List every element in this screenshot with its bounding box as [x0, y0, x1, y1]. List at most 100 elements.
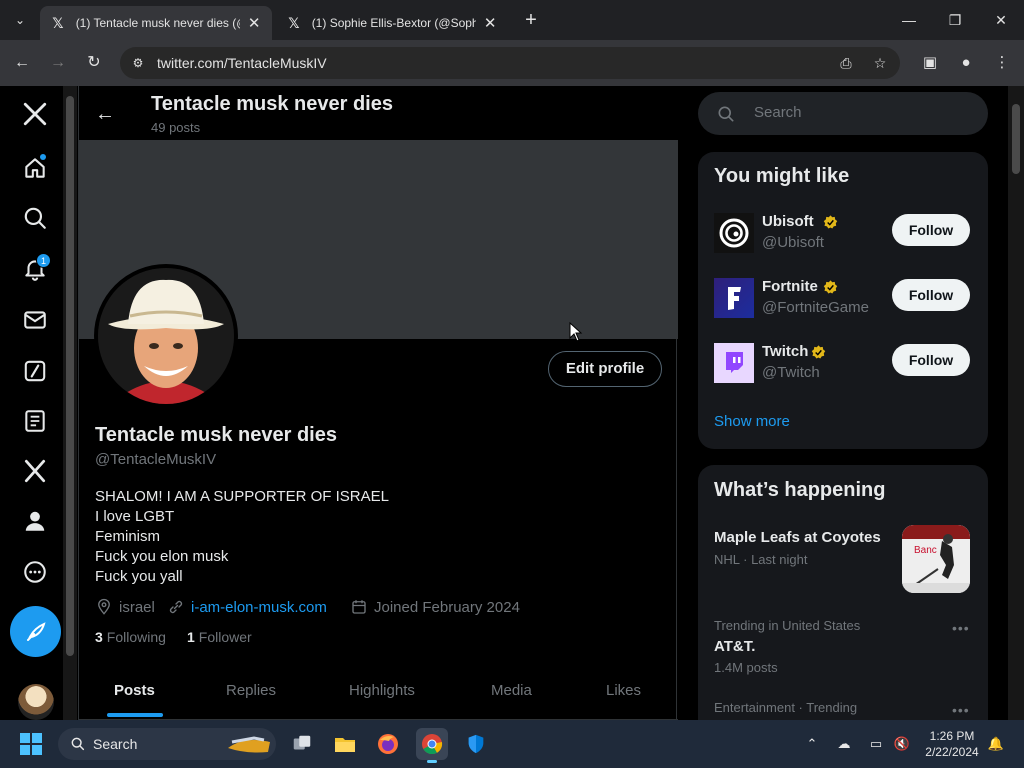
follow-button[interactable]: Follow [892, 344, 970, 376]
x-logo-icon[interactable] [14, 93, 56, 135]
site-info-icon[interactable]: ⚙ [128, 53, 148, 73]
trend-context: Entertainment · Trending [714, 700, 858, 715]
defender-shield-icon[interactable] [460, 728, 492, 760]
suggestion-fortnite[interactable]: Fortnite @FortniteGame Follow [714, 278, 972, 322]
restore-button[interactable]: ❐ [932, 8, 978, 32]
taskbar-clock[interactable]: 1:26 PM 2/22/2024 [924, 728, 980, 760]
tab-replies[interactable]: Replies [226, 682, 276, 699]
home-icon[interactable] [14, 147, 56, 189]
verified-badge-icon [823, 280, 838, 294]
tab-active[interactable]: 𝕏 (1) Tentacle musk never dies (@ ✕ [40, 6, 272, 40]
forward-button[interactable]: → [46, 51, 70, 75]
search-input[interactable]: Search [698, 92, 988, 135]
tab-posts[interactable]: Posts [114, 682, 155, 699]
notification-bell-icon[interactable]: 🔔 [986, 734, 1006, 754]
suggestion-handle: @Ubisoft [762, 234, 824, 251]
trend-title[interactable]: Maple Leafs at Coyotes [714, 529, 881, 546]
menu-kebab-icon[interactable]: ⋮ [990, 51, 1014, 75]
windows-start-icon[interactable] [20, 733, 42, 755]
twitter-page: 1 ← Tentacle musk never dies 49 posts Ed… [0, 86, 1024, 720]
back-arrow-icon[interactable]: ← [93, 102, 117, 126]
more-circle-icon[interactable] [14, 551, 56, 593]
firefox-icon[interactable] [372, 728, 404, 760]
windows-taskbar: Search ⌃ ☁ ▭ 🔇 1:26 PM 2/22/2024 🔔 [0, 720, 1024, 768]
feather-icon [26, 621, 46, 641]
compose-post-button[interactable] [10, 606, 61, 657]
file-explorer-icon[interactable] [329, 728, 361, 760]
profile-icon[interactable]: ● [954, 51, 978, 75]
tab-highlights[interactable]: Highlights [349, 682, 415, 699]
suggestion-twitch[interactable]: Twitch @Twitch Follow [714, 343, 972, 387]
notifications-bell-icon[interactable] [14, 248, 56, 290]
show-more-link[interactable]: Show more [714, 413, 790, 430]
calendar-icon [350, 598, 368, 616]
tab-media[interactable]: Media [491, 682, 532, 699]
show-hidden-icons-chevron-icon[interactable]: ⌃ [802, 734, 822, 754]
account-avatar[interactable] [18, 684, 54, 720]
more-options-icon[interactable]: ••• [952, 620, 970, 636]
close-tab-icon[interactable]: ✕ [482, 14, 498, 32]
suggestion-name[interactable]: Ubisoft [762, 213, 814, 230]
lists-icon[interactable] [14, 400, 56, 442]
profile-tabs: Posts Replies Highlights Media Likes [79, 670, 678, 720]
tab-search-chevron-icon[interactable]: ⌄ [8, 8, 32, 32]
profile-avatar[interactable] [94, 264, 238, 408]
grok-slash-icon[interactable] [14, 350, 56, 392]
address-bar[interactable]: ⚙ twitter.com/TentacleMuskIV ⎙ ☆ [120, 47, 900, 79]
page-scrollbar[interactable] [1008, 86, 1024, 720]
volume-muted-icon[interactable]: 🔇 [892, 734, 912, 754]
cloud-offline-icon[interactable]: ☁ [834, 734, 854, 754]
follow-button[interactable]: Follow [892, 214, 970, 246]
minimize-button[interactable]: — [886, 8, 932, 32]
premium-x-icon[interactable] [14, 450, 56, 492]
tab-inactive[interactable]: 𝕏 (1) Sophie Ellis-Bextor (@Sophi ✕ [276, 6, 508, 40]
suggestion-ubisoft[interactable]: Ubisoft @Ubisoft Follow [714, 213, 972, 257]
explore-search-icon[interactable] [14, 197, 56, 239]
suggestion-name[interactable]: Fortnite [762, 278, 818, 295]
browser-toolbar: ← → ↻ ⚙ twitter.com/TentacleMuskIV ⎙ ☆ ▣… [0, 40, 1024, 86]
suggestion-name[interactable]: Twitch [762, 343, 808, 360]
more-options-icon[interactable]: ••• [952, 702, 970, 718]
reload-button[interactable]: ↻ [82, 51, 106, 75]
messages-envelope-icon[interactable] [14, 299, 56, 341]
tab-likes[interactable]: Likes [606, 682, 641, 699]
task-view-icon[interactable] [286, 728, 318, 760]
link-icon [167, 598, 185, 616]
avatar-cowboy-image [98, 268, 234, 404]
home-unread-dot [40, 154, 46, 160]
verified-badge-icon [823, 215, 838, 229]
profile-website[interactable]: i-am-elon-musk.com [167, 598, 327, 616]
network-icon[interactable]: ▭ [866, 734, 886, 754]
profile-column: ← Tentacle musk never dies 49 posts Edit… [78, 86, 678, 720]
url-text[interactable]: twitter.com/TentacleMuskIV [157, 55, 327, 71]
x-logo-icon: 𝕏 [52, 14, 64, 31]
bookmark-star-icon[interactable]: ☆ [870, 53, 890, 73]
active-tab-indicator [107, 713, 163, 717]
trend-thumbnail-image[interactable]: Banc [902, 525, 970, 593]
website-link[interactable]: i-am-elon-musk.com [191, 599, 327, 616]
chrome-icon[interactable] [416, 728, 448, 763]
following-link[interactable]: 3 Following [95, 629, 166, 645]
joined-text: Joined February 2024 [374, 598, 520, 616]
nav-scrollbar[interactable] [63, 86, 77, 720]
taskbar-search[interactable]: Search [58, 728, 276, 760]
profile-person-icon[interactable] [14, 500, 56, 542]
new-tab-button[interactable]: + [520, 9, 542, 31]
trend-title[interactable]: AT&T. [714, 638, 755, 655]
follow-button[interactable]: Follow [892, 279, 970, 311]
notifications-badge: 1 [36, 253, 51, 268]
close-window-button[interactable]: ✕ [978, 8, 1024, 32]
profile-location: israel [95, 598, 155, 616]
followers-link[interactable]: 1 Follower [187, 629, 252, 645]
back-button[interactable]: ← [10, 51, 34, 75]
edit-profile-button[interactable]: Edit profile [548, 351, 662, 387]
install-app-icon[interactable]: ⎙ [836, 53, 856, 73]
fortnite-logo-icon [714, 278, 754, 318]
search-icon [71, 737, 85, 751]
side-panel-icon[interactable]: ▣ [918, 51, 942, 75]
bio-line: I love LGBT [95, 508, 175, 525]
close-tab-icon[interactable]: ✕ [246, 14, 262, 32]
tab-title: (1) Tentacle musk never dies (@ [75, 16, 241, 30]
browser-tab-strip: ⌄ 𝕏 (1) Tentacle musk never dies (@ ✕ 𝕏 … [0, 0, 1024, 40]
x-logo-icon: 𝕏 [288, 14, 300, 31]
